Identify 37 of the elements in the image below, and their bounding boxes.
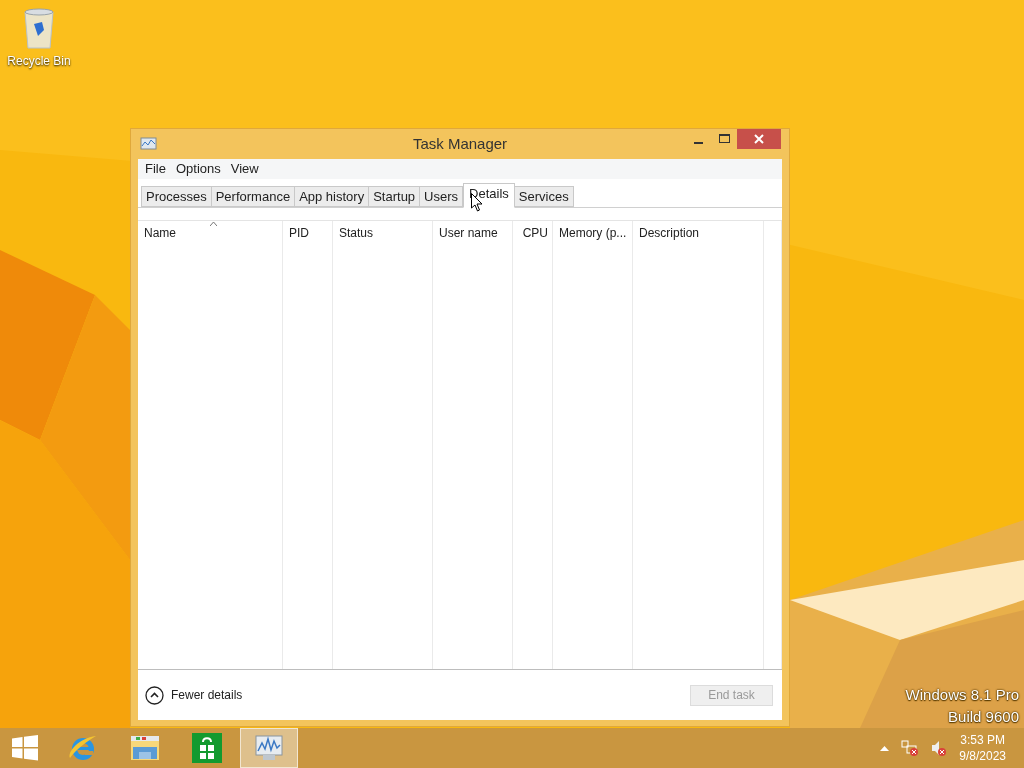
menu-item[interactable]: Options xyxy=(170,159,226,179)
tab[interactable]: Performance xyxy=(210,186,296,207)
column-header[interactable]: User name xyxy=(439,224,498,242)
taskbar-button[interactable] xyxy=(240,728,298,768)
close-icon xyxy=(754,134,764,144)
tab[interactable]: Details xyxy=(463,183,515,208)
column-header[interactable]: Name xyxy=(144,224,176,242)
column-header[interactable]: Memory (p... xyxy=(559,224,627,242)
os-edition-text: Windows 8.1 Pro xyxy=(905,685,1019,705)
menu-item[interactable]: File xyxy=(140,159,171,179)
speaker-muted-icon[interactable] xyxy=(931,739,948,757)
close-button[interactable] xyxy=(737,129,781,149)
show-hidden-icons-icon[interactable] xyxy=(880,745,890,751)
recycle-bin-icon[interactable] xyxy=(22,6,56,50)
minimize-icon xyxy=(693,142,703,144)
tab[interactable]: App history xyxy=(294,186,370,207)
window-title: Task Manager xyxy=(411,133,509,154)
task-manager-icon xyxy=(253,733,285,763)
tab[interactable]: Startup xyxy=(368,186,421,207)
tab[interactable]: Services xyxy=(513,186,574,207)
app-icon xyxy=(140,137,157,152)
column-header[interactable]: CPU xyxy=(522,224,548,242)
os-edition-text: Build 9600 xyxy=(948,707,1019,727)
network-error-icon[interactable] xyxy=(901,739,920,757)
tab[interactable]: Users xyxy=(419,186,464,207)
store-icon xyxy=(192,733,222,763)
fewer-details-button[interactable]: Fewer details xyxy=(145,685,243,705)
column-header[interactable]: Status xyxy=(339,224,374,242)
collapse-icon xyxy=(145,685,164,705)
folder-icon xyxy=(129,733,161,763)
column-header[interactable]: Description xyxy=(639,224,700,242)
windows-logo-icon xyxy=(12,735,38,761)
menu-item[interactable]: View xyxy=(225,159,264,179)
column-header[interactable]: PID xyxy=(289,224,309,242)
sort-ascending-icon xyxy=(210,222,217,226)
maximize-icon xyxy=(718,134,730,144)
tab[interactable]: Processes xyxy=(141,186,212,207)
